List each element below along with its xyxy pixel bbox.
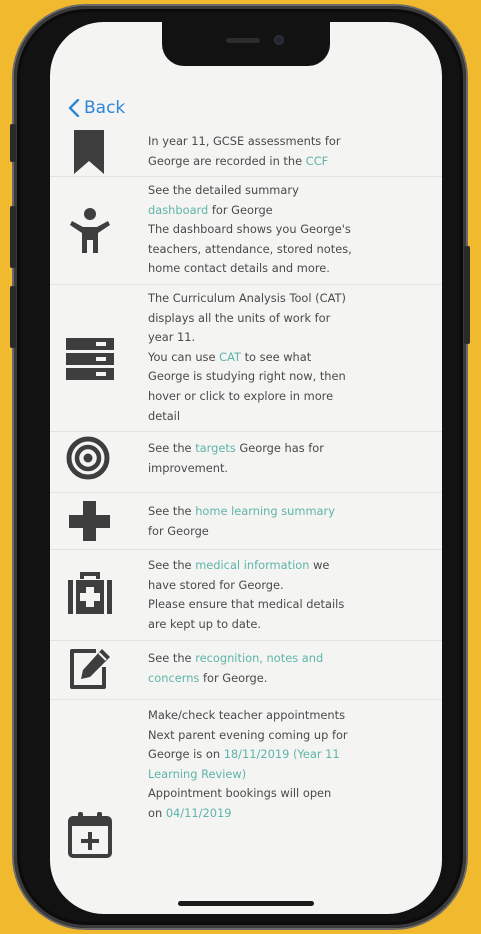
info-list: In year 11, GCSE assessments for George …: [50, 126, 442, 860]
cat-link[interactable]: CAT: [219, 350, 241, 364]
learning-review-link[interactable]: Learning Review): [148, 767, 246, 781]
home-indicator[interactable]: [178, 901, 314, 906]
volume-up-button: [10, 206, 16, 268]
chevron-left-icon: [68, 99, 80, 117]
edit-note-icon: [70, 649, 110, 689]
item-text: The Curriculum Analysis Tool (CAT) displ…: [148, 291, 346, 423]
target-icon: [66, 436, 110, 480]
medical-kit-icon: [68, 572, 112, 614]
calendar-add-icon: [68, 812, 112, 858]
recognition-notes-link[interactable]: recognition, notes and: [195, 651, 323, 665]
list-item: See the recognition, notes and concerns …: [50, 641, 442, 700]
server-stack-icon: [66, 338, 114, 380]
back-label: Back: [84, 98, 126, 118]
back-button[interactable]: Back: [68, 98, 125, 118]
bookmark-icon: [74, 130, 104, 174]
volume-down-button: [10, 286, 16, 348]
concerns-link[interactable]: concerns: [148, 671, 199, 685]
phone-screen: Back In year 11, GCSE assessments for Ge…: [50, 22, 442, 914]
item-text: See the recognition, notes and concerns …: [148, 651, 324, 685]
person-icon: [70, 208, 110, 253]
list-item: See the medical information we have stor…: [50, 550, 442, 641]
front-camera: [274, 35, 284, 45]
item-text: See the medical information we have stor…: [148, 558, 345, 631]
list-item: Make/check teacher appointments Next par…: [50, 700, 442, 860]
speaker: [226, 38, 260, 43]
phone-frame: Back In year 11, GCSE assessments for Ge…: [10, 6, 470, 928]
home-learning-link[interactable]: home learning summary: [195, 504, 335, 518]
item-text: See the targets George has for improveme…: [148, 441, 324, 475]
medical-info-link[interactable]: medical information: [195, 558, 309, 572]
list-item: The Curriculum Analysis Tool (CAT) displ…: [50, 285, 442, 432]
parent-evening-link[interactable]: 18/11/2019 (Year 11: [224, 747, 340, 761]
booking-date-link[interactable]: 04/11/2019: [166, 806, 232, 820]
notch: [162, 22, 330, 66]
list-item: See the home learning summary for George: [50, 493, 442, 550]
list-item: In year 11, GCSE assessments for George …: [50, 126, 442, 177]
item-text: See the detailed summary dashboard for G…: [148, 183, 352, 276]
item-text: See the home learning summary for George: [148, 504, 335, 538]
ccf-link[interactable]: CCF: [306, 154, 328, 168]
plus-icon: [69, 501, 110, 541]
list-item: See the targets George has for improveme…: [50, 432, 442, 493]
list-item: See the detailed summary dashboard for G…: [50, 177, 442, 285]
targets-link[interactable]: targets: [195, 441, 236, 455]
power-button: [464, 246, 470, 344]
item-text: Make/check teacher appointments Next par…: [148, 708, 348, 820]
dashboard-link[interactable]: dashboard: [148, 203, 208, 217]
item-text: In year 11, GCSE assessments for George …: [148, 134, 341, 168]
mute-switch: [10, 124, 16, 162]
